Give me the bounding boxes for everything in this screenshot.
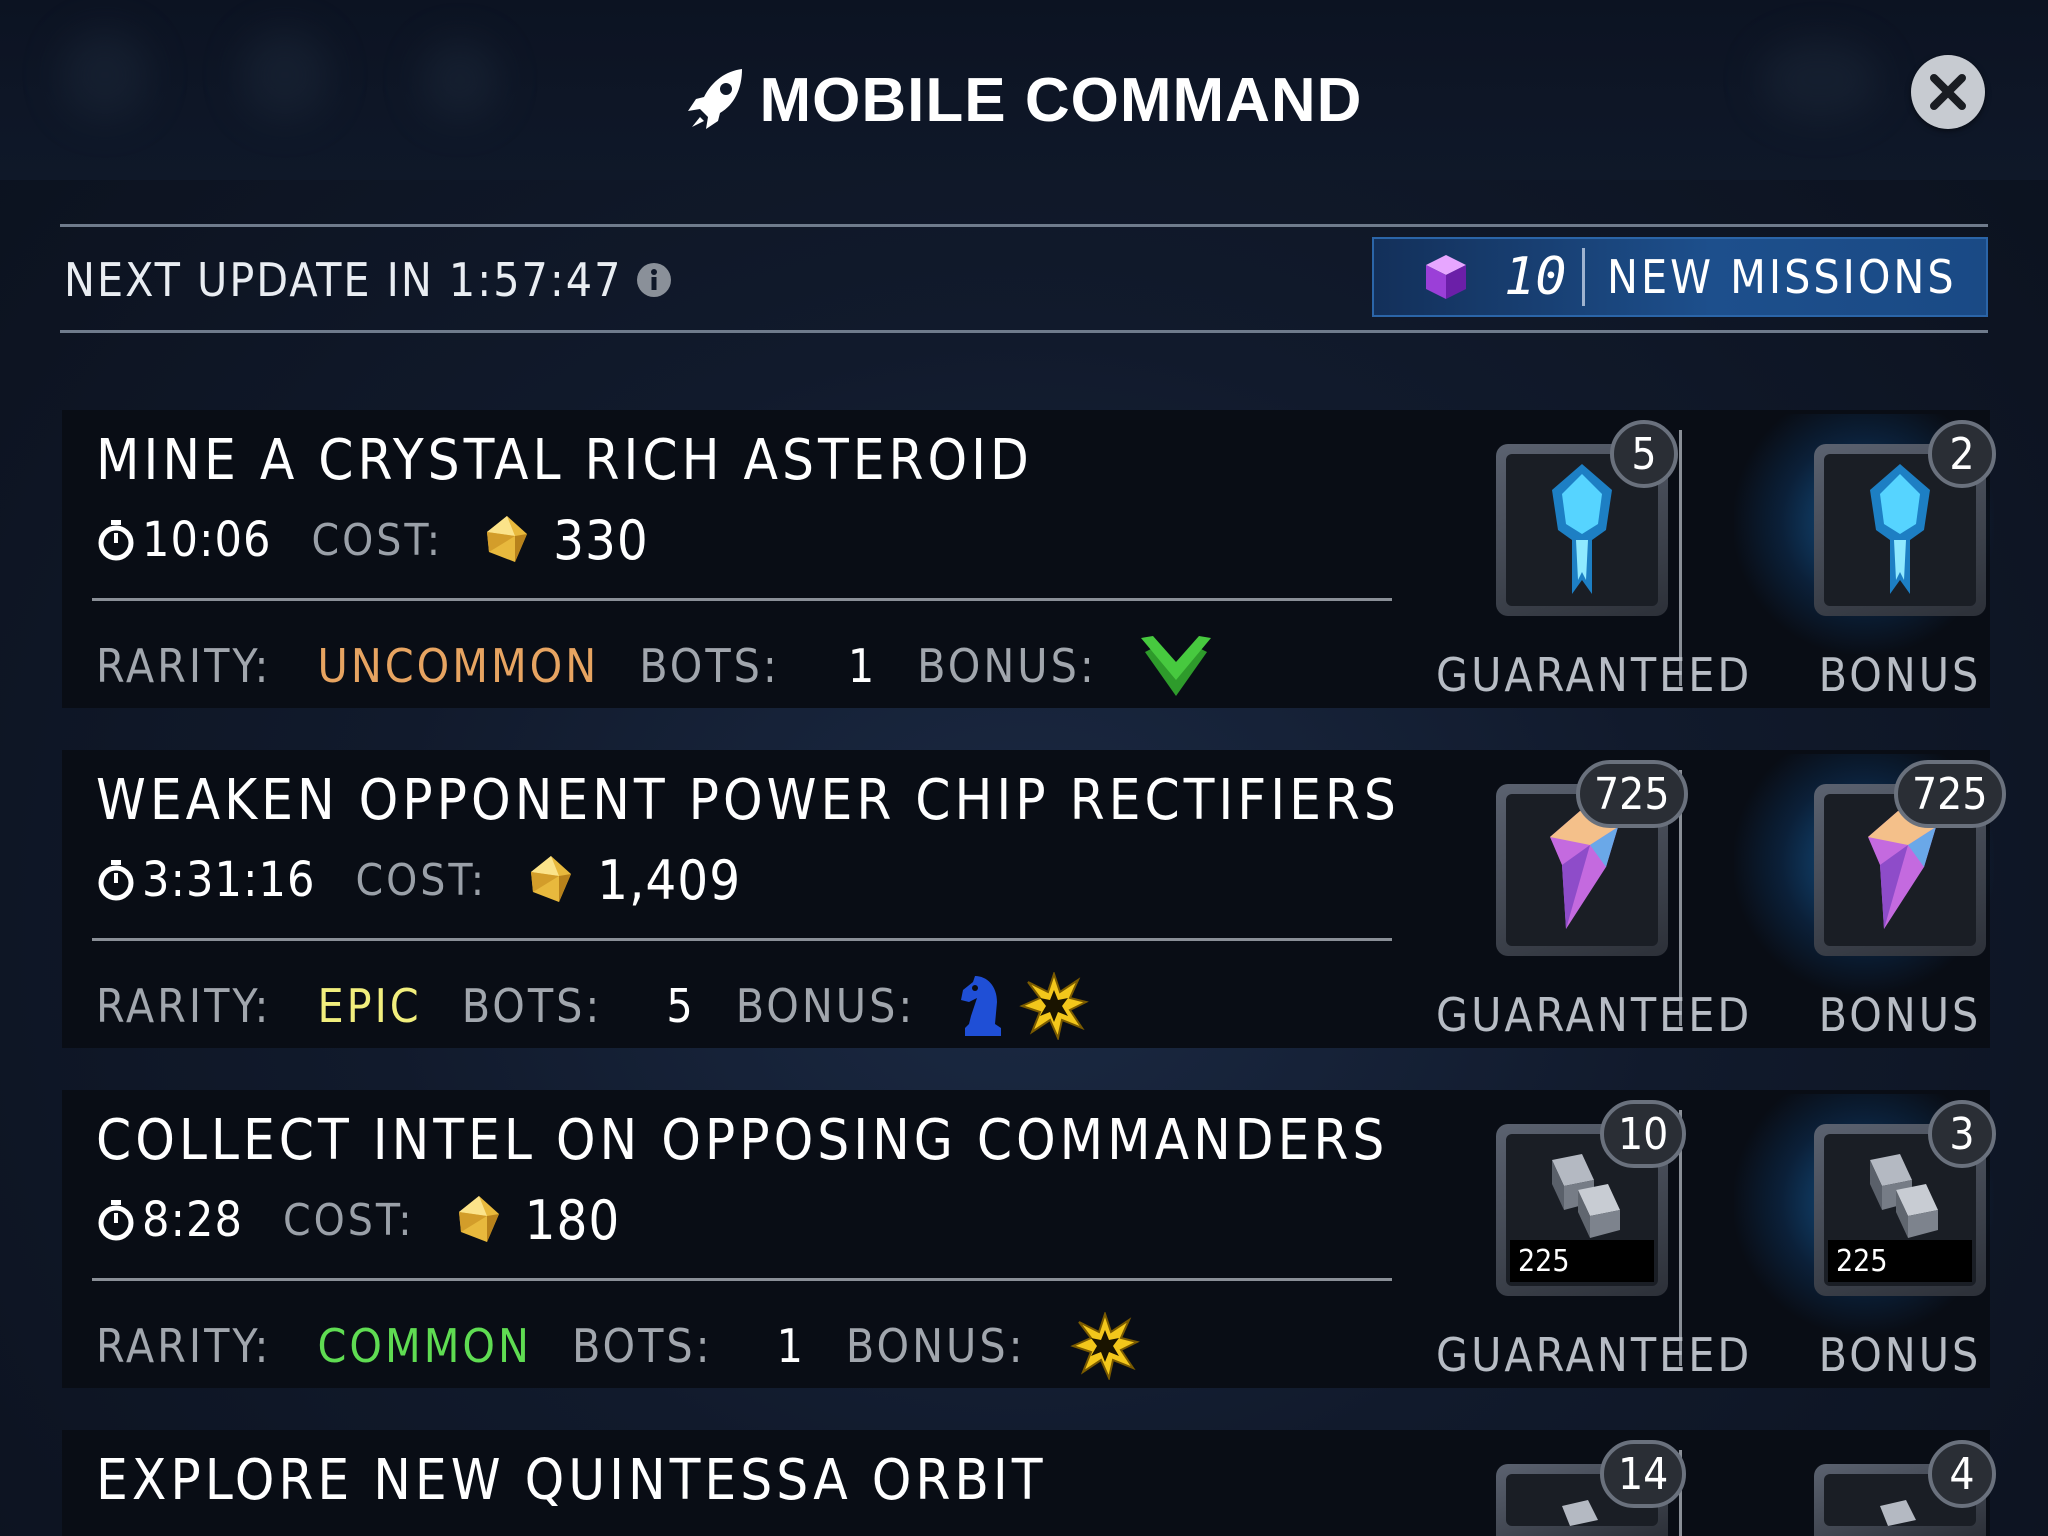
gold-crystal-icon xyxy=(531,856,572,902)
yellow-burst-icon xyxy=(1019,972,1090,1040)
new-missions-count: 10 xyxy=(1504,247,1567,307)
bonus-reward[interactable]: 2 BONUS xyxy=(1734,414,1996,702)
green-wings-icon xyxy=(1140,636,1211,696)
divider xyxy=(1582,248,1585,306)
reward-stack-label: 225 xyxy=(1510,1240,1654,1282)
rocket-icon xyxy=(687,69,742,129)
guaranteed-reward[interactable]: 725 GUARANTEED xyxy=(1436,760,1749,1042)
bots-label: BOTS: xyxy=(461,979,603,1033)
bonus-reward-label: BONUS xyxy=(1818,1328,1982,1382)
bonus-label: BONUS: xyxy=(735,979,916,1033)
info-icon[interactable] xyxy=(636,262,672,298)
purple-cube-icon xyxy=(1426,255,1466,299)
stopwatch-icon xyxy=(98,520,134,561)
bonus-reward[interactable]: 725 BONUS xyxy=(1734,754,2006,1042)
reward-count-badge: 725 xyxy=(1576,760,1688,828)
mission-card[interactable]: WEAKEN OPPONENT POWER CHIP RECTIFIERS 3:… xyxy=(62,750,2006,1048)
bots-value: 1 xyxy=(847,639,878,693)
reward-count-badge: 2 xyxy=(1928,420,1996,488)
reward-count-badge: 725 xyxy=(1894,760,2006,828)
mission-card[interactable]: COLLECT INTEL ON OPPOSING COMMANDERS 8:2… xyxy=(62,1090,1996,1388)
mission-name: WEAKEN OPPONENT POWER CHIP RECTIFIERS xyxy=(96,768,1400,833)
mission-duration: 3:31:16 xyxy=(142,852,316,908)
bonus-reward-label: BONUS xyxy=(1818,648,1982,702)
mission-card[interactable]: EXPLORE NEW QUINTESSA ORBIT 14 4 xyxy=(62,1430,1996,1536)
mission-name: COLLECT INTEL ON OPPOSING COMMANDERS xyxy=(96,1108,1389,1173)
rarity-label: RARITY: xyxy=(96,1319,272,1373)
bots-value: 1 xyxy=(776,1319,806,1373)
reward-count-badge: 3 xyxy=(1928,1100,1996,1168)
bots-value: 5 xyxy=(666,979,696,1033)
mission-cost: 180 xyxy=(524,1188,621,1252)
gold-crystal-icon xyxy=(458,1196,499,1242)
divider xyxy=(92,938,1392,941)
blue-armor-icon xyxy=(1870,464,1930,594)
blue-knight-icon xyxy=(961,976,1002,1036)
stopwatch-icon xyxy=(98,860,134,901)
mission-name: EXPLORE NEW QUINTESSA ORBIT xyxy=(96,1448,1047,1513)
reward-count-badge: 5 xyxy=(1610,420,1678,488)
mission-meta: 8:28 COST: 180 xyxy=(96,1188,621,1252)
blue-armor-icon xyxy=(1552,464,1612,594)
update-label: NEXT UPDATE IN 1:57:47 xyxy=(64,253,623,307)
mission-attributes: RARITY: COMMON BOTS: 1 BONUS: xyxy=(96,1312,1144,1380)
reward-stack-label: 225 xyxy=(1828,1240,1972,1282)
reward-count-badge: 4 xyxy=(1928,1440,1996,1508)
stopwatch-icon xyxy=(98,1200,134,1241)
rarity-label: RARITY: xyxy=(96,639,272,693)
mission-name: MINE A CRYSTAL RICH ASTEROID xyxy=(96,428,1033,493)
metal-ingots-icon xyxy=(1880,1500,1916,1526)
mission-duration: 10:06 xyxy=(142,512,272,568)
bonus-reward[interactable]: 225 3 BONUS xyxy=(1734,1094,1996,1382)
rarity-label: RARITY: xyxy=(96,979,272,1033)
divider xyxy=(92,598,1392,601)
divider xyxy=(60,224,1988,227)
new-missions-button[interactable]: 10 NEW MISSIONS xyxy=(1372,237,1988,317)
mission-duration: 8:28 xyxy=(142,1192,243,1248)
new-missions-label: NEW MISSIONS xyxy=(1607,250,1957,304)
rarity-value: COMMON xyxy=(317,1319,532,1373)
divider xyxy=(92,1278,1392,1281)
guaranteed-reward[interactable]: 225 10 GUARANTEED xyxy=(1436,1100,1749,1382)
reward-count-badge: 14 xyxy=(1600,1440,1687,1508)
cost-label: COST: xyxy=(282,1194,415,1246)
cost-label: COST: xyxy=(355,854,488,906)
page-title: MOBILE COMMAND xyxy=(759,65,1363,135)
bonus-reward-label: BONUS xyxy=(1818,988,1982,1042)
guaranteed-label: GUARANTEED xyxy=(1436,988,1753,1042)
bonus-icons xyxy=(1066,1312,1144,1380)
bots-label: BOTS: xyxy=(639,639,780,693)
guaranteed-label: GUARANTEED xyxy=(1436,1328,1753,1382)
mission-meta: 10:06 COST: 330 xyxy=(96,508,649,572)
guaranteed-reward[interactable]: 14 xyxy=(1456,1440,1687,1536)
divider xyxy=(60,330,1988,333)
gold-crystal-icon xyxy=(487,516,528,562)
guaranteed-reward[interactable]: 5 GUARANTEED xyxy=(1436,420,1749,702)
rarity-value: EPIC xyxy=(317,979,422,1033)
mission-meta: 3:31:16 COST: 1,409 xyxy=(96,848,742,912)
guaranteed-label: GUARANTEED xyxy=(1436,648,1753,702)
mission-cost: 330 xyxy=(553,508,649,572)
bonus-icons xyxy=(955,972,1093,1040)
cost-label: COST: xyxy=(311,514,444,566)
mission-card[interactable]: MINE A CRYSTAL RICH ASTEROID 10:06 COST:… xyxy=(62,410,1996,708)
bonus-reward[interactable]: 4 xyxy=(1774,1440,1996,1536)
mission-cost: 1,409 xyxy=(597,848,742,912)
update-timer: NEXT UPDATE IN 1:57:47 xyxy=(64,252,672,308)
bonus-label: BONUS: xyxy=(845,1319,1026,1373)
metal-ingots-icon xyxy=(1870,1154,1938,1238)
reward-count-badge: 10 xyxy=(1600,1100,1687,1168)
bonus-icons xyxy=(1137,632,1215,700)
close-button[interactable] xyxy=(1911,55,1985,129)
metal-ingots-icon xyxy=(1562,1500,1598,1526)
yellow-burst-icon xyxy=(1069,1312,1140,1380)
close-icon xyxy=(1930,74,1966,110)
mission-attributes: RARITY: UNCOMMON BOTS: 1 BONUS: xyxy=(96,636,1215,696)
bonus-label: BONUS: xyxy=(917,639,1097,693)
mission-attributes: RARITY: EPIC BOTS: 5 BONUS: xyxy=(96,972,1093,1040)
rarity-value: UNCOMMON xyxy=(317,639,600,693)
page-header: MOBILE COMMAND xyxy=(0,58,2048,142)
bots-label: BOTS: xyxy=(571,1319,713,1373)
